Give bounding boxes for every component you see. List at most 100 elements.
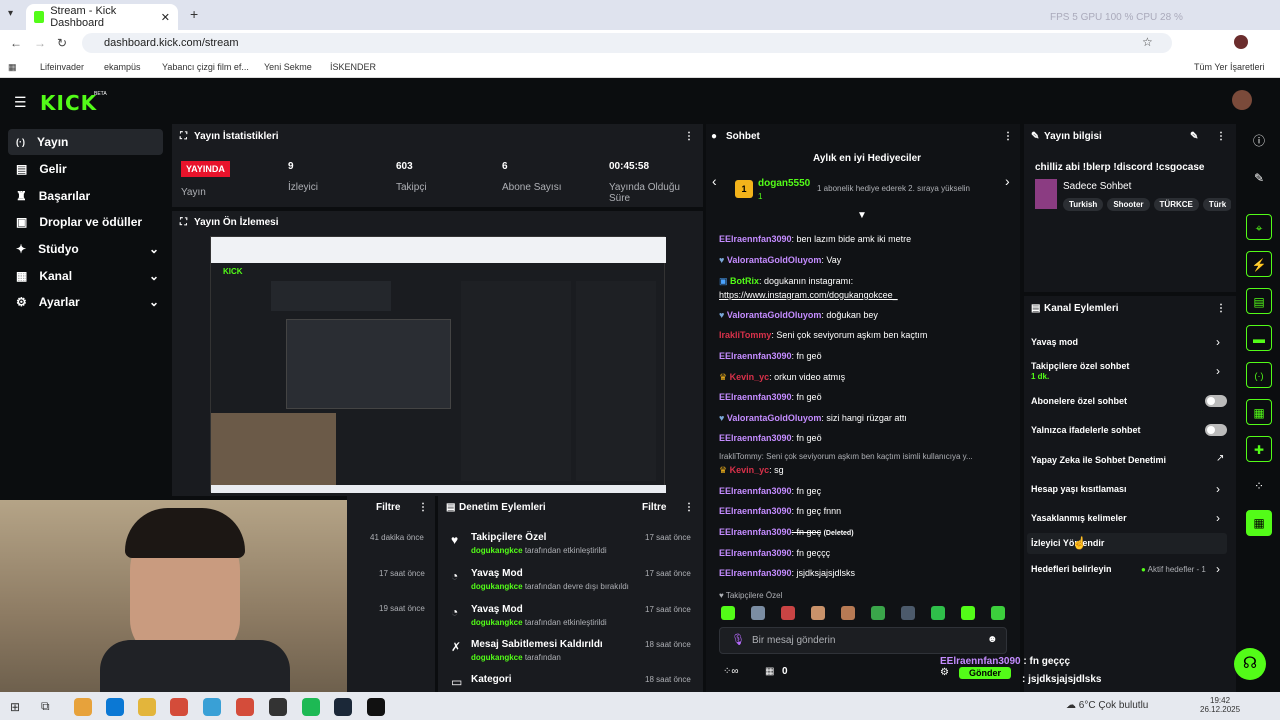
weather-widget[interactable]: ☁ 6°C Çok bulutlu [1066, 700, 1148, 711]
sidebar-item-yayin[interactable]: (·) Yayın [8, 129, 163, 155]
emote-icon[interactable] [721, 606, 735, 620]
chrome-icon[interactable] [170, 698, 188, 716]
category-thumbnail[interactable] [1035, 179, 1057, 209]
microphone-icon[interactable]: 🎙 [731, 633, 745, 646]
back-icon[interactable]: ← [10, 36, 22, 50]
bolt-icon[interactable]: ⚡ [1246, 251, 1272, 277]
profile-avatar[interactable] [1234, 35, 1248, 49]
chat-message[interactable]: EElraennfan3090: fn geö [719, 433, 822, 443]
chevron-right-icon[interactable]: › [1216, 364, 1220, 378]
windows-start-icon[interactable]: ⊞ [10, 700, 20, 714]
folder-icon[interactable] [138, 698, 156, 716]
chevron-right-icon[interactable]: › [1005, 173, 1010, 189]
chevron-right-icon[interactable]: › [1216, 562, 1220, 576]
bookmark-3[interactable]: Yabancı çizgi film ef... [162, 62, 249, 72]
chat-message[interactable]: ♛ Kevin_yc: orkun video atmış [719, 372, 845, 383]
points-icon[interactable]: ⁘∞ [723, 666, 739, 677]
emote-icon[interactable] [811, 606, 825, 620]
chat-message[interactable]: EElraennfan3090: fn geççç [719, 548, 830, 558]
chat-message[interactable]: ♥ ValorantaGoldOluyom: sizi hangi rüzgar… [719, 413, 907, 423]
kick-logo[interactable]: KICK [40, 91, 97, 115]
bookmark-5[interactable]: İSKENDER [330, 62, 376, 72]
external-link-icon[interactable]: ↗ [1216, 453, 1224, 464]
action-raid[interactable]: İzleyici Yönlendir [1031, 538, 1104, 548]
browser-tab[interactable]: Stream - Kick Dashboard ✕ [26, 4, 178, 30]
emote-icon[interactable] [901, 606, 915, 620]
tag[interactable]: Turkish [1063, 198, 1104, 211]
filter-button[interactable]: Filtre [376, 502, 400, 513]
emoji-icon[interactable]: ☻ [987, 634, 998, 645]
subscribers-only-toggle[interactable] [1205, 395, 1227, 407]
bookmark-4[interactable]: Yeni Sekme [264, 62, 312, 72]
menu-icon[interactable]: ☰ [14, 94, 27, 111]
chat-link[interactable]: https://www.instagram.com/dogukangokcee_ [719, 290, 898, 300]
clock[interactable]: 19:42 26.12.2025 [1200, 696, 1240, 714]
more-icon[interactable]: ⋮ [684, 131, 694, 142]
bookmark-2[interactable]: ekampüs [104, 62, 141, 72]
action-followers-only[interactable]: Takipçilere özel sohbet [1031, 361, 1129, 371]
chat-message[interactable]: EElraennfan3090: jsjdksjajsjdlsks [719, 568, 855, 578]
chat-message[interactable]: EElraennfan3090: ben lazım bide amk iki … [719, 234, 911, 244]
bookmark-1[interactable]: Lifeinvader [40, 62, 84, 72]
emote-icon[interactable] [751, 606, 765, 620]
sidebar-item-kanal[interactable]: ▦ Kanal ⌄ [8, 263, 163, 289]
sidebar-item-ayarlar[interactable]: ⚙ Ayarlar ⌄ [8, 289, 163, 315]
close-icon[interactable]: ✕ [161, 11, 170, 24]
stack-icon[interactable]: ▦ [1246, 399, 1272, 425]
chat-message[interactable]: EElraennfan3090: fn geö [719, 351, 822, 361]
chevron-right-icon[interactable]: › [1216, 482, 1220, 496]
emote-icon[interactable] [931, 606, 945, 620]
document-icon[interactable]: ▤ [1246, 288, 1272, 314]
chat-message[interactable]: EElraennfan3090: fn geç (Deleted) [719, 527, 854, 537]
wrench-icon[interactable]: ✚ [1246, 436, 1272, 462]
chat-message[interactable]: IrakliTommy: Seni çok seviyorum aşkım be… [719, 330, 927, 340]
chat-message[interactable]: ♥ ValorantaGoldOluyom: Vay [719, 255, 841, 265]
settings-icon[interactable]: ⚙ [940, 667, 949, 678]
more-icon[interactable]: ⋮ [1003, 131, 1013, 142]
new-tab-icon[interactable]: + [190, 6, 198, 22]
action-slow-mode[interactable]: Yavaş mod [1031, 337, 1078, 347]
emote-icon[interactable] [841, 606, 855, 620]
stream-preview-video[interactable]: KICK [210, 236, 666, 493]
action-goals[interactable]: Hedefleri belirleyin [1031, 564, 1112, 574]
more-icon[interactable]: ⋮ [1216, 131, 1226, 142]
broadcast-icon[interactable]: (·) [1246, 362, 1272, 388]
emote-icon[interactable] [991, 606, 1005, 620]
emote-icon[interactable] [961, 606, 975, 620]
chevron-right-icon[interactable]: › [1216, 511, 1220, 525]
chevron-right-icon[interactable]: › [1216, 335, 1220, 349]
send-button[interactable]: Gönder [959, 667, 1012, 679]
edge-icon[interactable] [106, 698, 124, 716]
chrome-icon[interactable] [236, 698, 254, 716]
star-icon[interactable]: ☆ [1142, 35, 1153, 49]
action-banned-words[interactable]: Yasaklanmış kelimeler [1031, 513, 1127, 523]
task-view-icon[interactable]: ⧉ [41, 699, 50, 714]
dots-icon[interactable]: ⁘ [1246, 473, 1272, 499]
all-bookmarks[interactable]: Tüm Yer İşaretleri [1194, 62, 1265, 72]
chat-message[interactable]: ♥ ValorantaGoldOluyom: doğukan bey [719, 310, 878, 320]
tag[interactable]: Shooter [1107, 198, 1150, 211]
moderation-filter-button[interactable]: Filtre [642, 502, 666, 513]
sidebar-item-droplar[interactable]: ▣ Droplar ve ödüller [8, 209, 163, 235]
pinned-icon[interactable]: ▼ [857, 210, 867, 221]
chat-message[interactable]: ♛ Kevin_yc: sg [719, 465, 784, 476]
gift-icon[interactable]: ▦ [765, 666, 774, 677]
emotes-only-toggle[interactable] [1205, 424, 1227, 436]
sidebar-item-basarilar[interactable]: ♜ Başarılar [8, 183, 163, 209]
clip-icon[interactable]: ⌖ [1246, 214, 1272, 240]
url-field[interactable]: dashboard.kick.com/stream [82, 33, 1172, 53]
emote-icon[interactable] [781, 606, 795, 620]
app-icon[interactable] [203, 698, 221, 716]
category-name[interactable]: Sadece Sohbet [1063, 181, 1131, 192]
sidebar-item-studyo[interactable]: ✦ Stüdyo ⌄ [8, 236, 163, 262]
user-avatar[interactable] [1232, 90, 1252, 110]
app-icon[interactable] [74, 698, 92, 716]
info-icon[interactable]: ⓘ [1246, 128, 1272, 154]
chat-message[interactable]: EElraennfan3090: fn geö [719, 392, 822, 402]
edit-icon[interactable]: ✎ [1190, 131, 1198, 142]
chevron-left-icon[interactable]: ‹ [712, 173, 717, 189]
chat-message[interactable]: ▣ BotRix: dogukanın instagramı: [719, 276, 853, 287]
edit-icon[interactable]: ✎ [1246, 165, 1272, 191]
apps-icon[interactable]: ▦ [8, 62, 17, 73]
emote-icon[interactable] [871, 606, 885, 620]
